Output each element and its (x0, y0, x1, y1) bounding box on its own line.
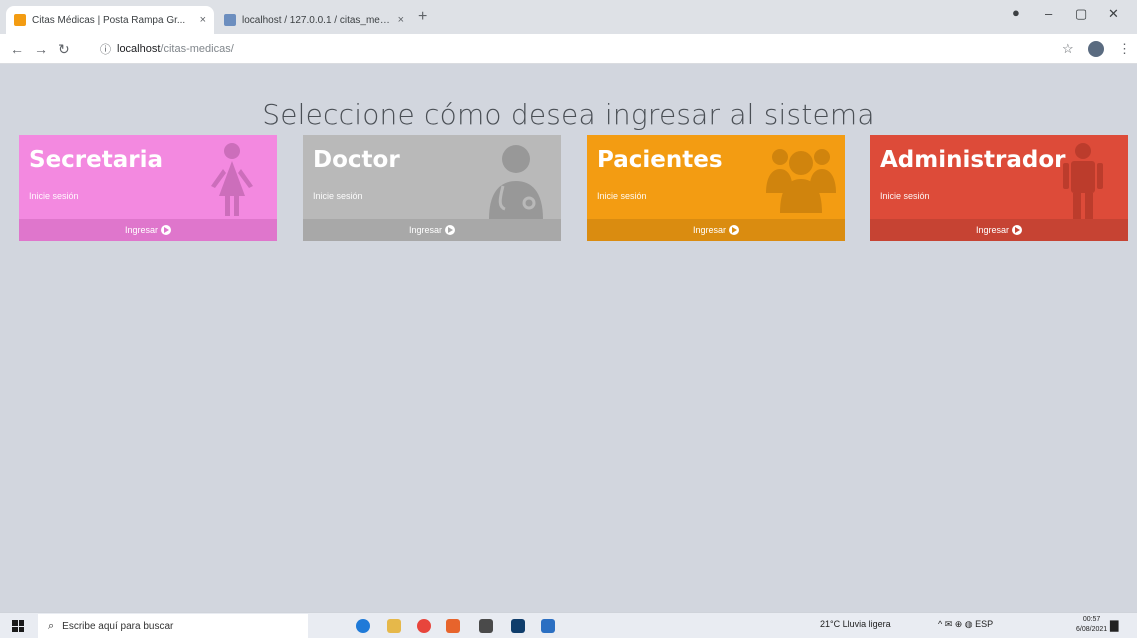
card-title: Doctor (313, 147, 400, 173)
browser-tab-strip: Citas Médicas | Posta Rampa Gr... × loca… (0, 0, 1137, 34)
maximize-button[interactable]: ▢ (1075, 6, 1087, 22)
xampp-icon[interactable] (446, 619, 460, 633)
card-subtitle: Inicie sesión (597, 191, 647, 201)
ingresar-button[interactable]: Ingresar (19, 219, 277, 241)
clock-time: 00:57 (1082, 616, 1101, 623)
chrome-icon[interactable] (417, 619, 431, 633)
minimize-button[interactable]: – (1045, 6, 1052, 21)
file-explorer-icon[interactable] (387, 619, 401, 633)
new-tab-button[interactable]: + (418, 8, 427, 26)
browser-toolbar: ← → ↻ ⓘ localhost /citas-medicas/ ☆ ⋮ (0, 34, 1137, 64)
tab-favicon-icon (224, 14, 236, 26)
female-icon (211, 143, 253, 216)
profile-icon[interactable]: ● (1012, 5, 1020, 20)
close-window-button[interactable]: ✕ (1108, 6, 1119, 22)
windows-taskbar: ⌕ Escribe aquí para buscar 21°C Lluvia l… (0, 612, 1137, 638)
taskbar-clock[interactable]: 00:57 6/08/2021 (1076, 615, 1107, 635)
system-tray-icons[interactable]: ^ ✉ ⊕ ◍ ESP (938, 619, 993, 630)
word-icon[interactable] (541, 619, 555, 633)
ingresar-label: Ingresar (692, 225, 727, 235)
tab-favicon-icon (14, 14, 26, 26)
bookmark-star-icon[interactable]: ☆ (1062, 41, 1074, 57)
menu-kebab-icon[interactable]: ⋮ (1118, 41, 1131, 57)
card-subtitle: Inicie sesión (313, 191, 363, 201)
card-administrador: Administrador Inicie sesión Ingresar (870, 135, 1128, 241)
ingresar-label: Ingresar (408, 225, 443, 235)
photoshop-icon[interactable] (511, 619, 525, 633)
card-subtitle: Inicie sesión (880, 191, 930, 201)
back-arrow-icon[interactable]: ← (10, 41, 24, 57)
ingresar-label: Ingresar (124, 225, 159, 235)
reload-icon[interactable]: ↻ (58, 41, 70, 58)
search-icon: ⌕ (48, 619, 55, 632)
users-icon (766, 149, 836, 213)
card-title: Administrador (880, 147, 1066, 173)
browser-tab-active[interactable]: Citas Médicas | Posta Rampa Gr... × (6, 6, 214, 34)
tab-title: Citas Médicas | Posta Rampa Gr... (32, 14, 186, 26)
account-avatar[interactable] (1088, 41, 1104, 60)
address-host: localhost (117, 43, 161, 55)
card-pacientes: Pacientes Inicie sesión Ingresar (587, 135, 845, 241)
arrow-circle-right-icon (1012, 225, 1023, 235)
forward-arrow-icon[interactable]: → (34, 41, 48, 57)
edge-icon[interactable] (356, 619, 370, 633)
taskbar-search-placeholder: Escribe aquí para buscar (62, 620, 174, 632)
notifications-icon[interactable]: ▇ (1110, 619, 1118, 632)
info-icon[interactable]: ⓘ (100, 41, 111, 57)
ingresar-button[interactable]: Ingresar (870, 219, 1128, 241)
arrow-circle-right-icon (729, 225, 740, 235)
ingresar-label: Ingresar (975, 225, 1010, 235)
card-doctor: Doctor Inicie sesión Ingresar (303, 135, 561, 241)
tab-close-icon[interactable]: × (200, 14, 206, 26)
card-subtitle: Inicie sesión (29, 191, 79, 201)
ingresar-button[interactable]: Ingresar (587, 219, 845, 241)
card-secretaria: Secretaria Inicie sesión Ingresar (19, 135, 277, 241)
tab-title: localhost / 127.0.0.1 / citas_medi... (242, 14, 394, 26)
sublime-text-icon[interactable] (479, 619, 493, 633)
windows-start-icon[interactable] (12, 620, 24, 632)
card-title: Secretaria (29, 147, 164, 173)
page-title: Seleccione cómo desea ingresar al sistem… (262, 98, 875, 131)
doctor-icon (489, 145, 543, 219)
browser-tab-inactive[interactable]: localhost / 127.0.0.1 / citas_medi... × (216, 6, 412, 34)
ingresar-button[interactable]: Ingresar (303, 219, 561, 241)
taskbar-search-input[interactable]: ⌕ Escribe aquí para buscar (38, 614, 308, 638)
address-path: /citas-medicas/ (160, 43, 234, 55)
male-icon (1063, 143, 1103, 219)
address-bar[interactable]: ⓘ localhost /citas-medicas/ (100, 38, 1040, 60)
arrow-circle-right-icon (161, 225, 172, 235)
weather-widget[interactable]: 21°C Lluvia ligera (820, 619, 891, 629)
clock-date: 6/08/2021 (1076, 626, 1108, 633)
arrow-circle-right-icon (445, 225, 456, 235)
card-title: Pacientes (597, 147, 723, 173)
tab-close-icon[interactable]: × (398, 14, 404, 26)
